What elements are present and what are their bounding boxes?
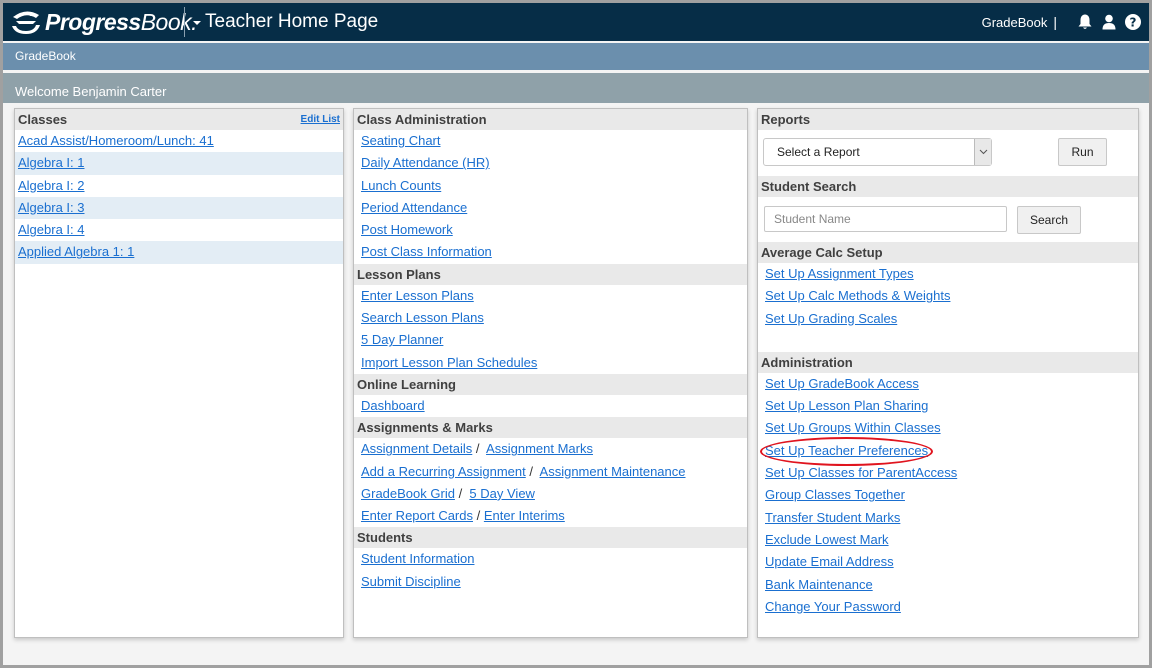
chevron-down-icon[interactable] [974, 139, 991, 165]
class-row: Algebra I: 3 [15, 196, 343, 220]
report-select[interactable]: Select a Report [763, 138, 992, 166]
pipe-divider: | [1053, 14, 1057, 30]
class-link[interactable]: Algebra I: 2 [18, 178, 85, 193]
set-up-calc-methods-link[interactable]: Set Up Calc Methods & Weights [765, 288, 950, 303]
class-row: Algebra I: 2 [15, 175, 343, 197]
set-up-teacher-preferences-link[interactable]: Set Up Teacher Preferences [765, 443, 928, 458]
set-up-lesson-plan-sharing-link[interactable]: Set Up Lesson Plan Sharing [765, 398, 928, 413]
student-name-input[interactable] [764, 206, 1007, 232]
class-tools-panel: Class Administration Seating Chart Daily… [353, 108, 748, 638]
set-up-classes-parentaccess-link[interactable]: Set Up Classes for ParentAccess [765, 465, 957, 480]
update-email-address-link[interactable]: Update Email Address [765, 554, 894, 569]
change-password-link[interactable]: Change Your Password [765, 599, 901, 614]
set-up-grading-scales-link[interactable]: Set Up Grading Scales [765, 311, 897, 326]
progressbook-logo-icon [12, 11, 40, 34]
class-administration-header: Class Administration [354, 109, 747, 130]
students-header: Students [354, 527, 747, 549]
class-link[interactable]: Algebra I: 1 [18, 155, 85, 170]
progressbook-logo[interactable]: ProgressBook. [9, 7, 198, 37]
search-lesson-plans-link[interactable]: Search Lesson Plans [361, 310, 484, 325]
separator: / [529, 463, 534, 479]
five-day-planner-link[interactable]: 5 Day Planner [361, 332, 443, 347]
class-link[interactable]: Algebra I: 4 [18, 222, 85, 237]
lunch-counts-link[interactable]: Lunch Counts [361, 178, 441, 193]
separator: / [476, 508, 481, 524]
seating-chart-link[interactable]: Seating Chart [361, 133, 441, 148]
bank-maintenance-link[interactable]: Bank Maintenance [765, 577, 873, 592]
brand-name: ProgressBook. [45, 8, 198, 35]
top-right-controls: GradeBook | ? [982, 12, 1143, 32]
reports-admin-panel: Reports Select a Report Run Student Sear… [757, 108, 1139, 638]
run-button[interactable]: Run [1058, 138, 1107, 166]
app-name-label[interactable]: GradeBook [982, 15, 1048, 30]
module-bar: GradeBook [3, 43, 1149, 70]
report-select-value: Select a Report [777, 145, 860, 159]
user-icon[interactable] [1099, 12, 1119, 32]
top-nav-bar: ProgressBook. Teacher Home Page GradeBoo… [3, 3, 1149, 41]
gradebook-grid-link[interactable]: GradeBook Grid [361, 486, 455, 501]
administration-header: Administration [758, 351, 1138, 373]
post-class-information-link[interactable]: Post Class Information [361, 244, 492, 259]
bell-icon[interactable] [1075, 12, 1095, 32]
class-row: Applied Algebra 1: 1 [15, 241, 343, 264]
page-title-menu[interactable]: Teacher Home Page [193, 9, 378, 35]
dashboard-link[interactable]: Dashboard [361, 398, 425, 413]
classes-panel: Classes Edit List Acad Assist/Homeroom/L… [14, 108, 344, 638]
classes-title: Classes [18, 112, 68, 127]
header-divider [184, 7, 185, 37]
class-link[interactable]: Acad Assist/Homeroom/Lunch: 41 [18, 133, 214, 148]
student-search-header: Student Search [758, 176, 1138, 197]
svg-text:?: ? [1130, 16, 1137, 30]
assignment-details-link[interactable]: Assignment Details [361, 441, 472, 456]
classes-header: Classes Edit List [15, 109, 343, 130]
lesson-plans-header: Lesson Plans [354, 263, 747, 285]
class-row: Acad Assist/Homeroom/Lunch: 41 [15, 130, 343, 152]
help-icon[interactable]: ? [1123, 12, 1143, 32]
enter-interims-link[interactable]: Enter Interims [484, 508, 565, 523]
app-window: ProgressBook. Teacher Home Page GradeBoo… [3, 3, 1149, 665]
post-homework-link[interactable]: Post Homework [361, 222, 453, 237]
welcome-bar: Welcome Benjamin Carter [3, 73, 1149, 103]
caret-down-icon [193, 21, 201, 25]
separator: / [458, 485, 463, 501]
submit-discipline-link[interactable]: Submit Discipline [361, 574, 461, 589]
exclude-lowest-mark-link[interactable]: Exclude Lowest Mark [765, 532, 889, 547]
welcome-text: Welcome Benjamin Carter [15, 84, 167, 99]
assignments-marks-header: Assignments & Marks [354, 417, 747, 439]
set-up-gradebook-access-link[interactable]: Set Up GradeBook Access [765, 376, 919, 391]
enter-lesson-plans-link[interactable]: Enter Lesson Plans [361, 288, 474, 303]
set-up-assignment-types-link[interactable]: Set Up Assignment Types [765, 266, 914, 281]
add-recurring-assignment-link[interactable]: Add a Recurring Assignment [361, 464, 526, 479]
daily-attendance-link[interactable]: Daily Attendance (HR) [361, 155, 490, 170]
edit-list-link[interactable]: Edit List [301, 109, 340, 130]
enter-report-cards-link[interactable]: Enter Report Cards [361, 508, 473, 523]
reports-header: Reports [758, 109, 1138, 130]
average-calc-setup-header: Average Calc Setup [758, 242, 1138, 263]
assignment-maintenance-link[interactable]: Assignment Maintenance [540, 464, 686, 479]
student-information-link[interactable]: Student Information [361, 551, 474, 566]
class-link[interactable]: Algebra I: 3 [18, 200, 85, 215]
period-attendance-link[interactable]: Period Attendance [361, 200, 467, 215]
import-lesson-plan-schedules-link[interactable]: Import Lesson Plan Schedules [361, 355, 537, 370]
online-learning-header: Online Learning [354, 373, 747, 395]
class-link[interactable]: Applied Algebra 1: 1 [18, 244, 134, 259]
class-row: Algebra I: 1 [15, 152, 343, 175]
group-classes-together-link[interactable]: Group Classes Together [765, 487, 905, 502]
assignment-marks-link[interactable]: Assignment Marks [486, 441, 593, 456]
separator: / [475, 441, 480, 457]
module-label[interactable]: GradeBook [15, 49, 76, 63]
highlight-circle: Set Up Teacher Preferences [759, 436, 934, 466]
class-row: Algebra I: 4 [15, 219, 343, 241]
set-up-groups-within-classes-link[interactable]: Set Up Groups Within Classes [765, 420, 941, 435]
five-day-view-link[interactable]: 5 Day View [469, 486, 535, 501]
page-title: Teacher Home Page [205, 11, 379, 32]
transfer-student-marks-link[interactable]: Transfer Student Marks [765, 510, 900, 525]
search-button[interactable]: Search [1017, 206, 1081, 234]
